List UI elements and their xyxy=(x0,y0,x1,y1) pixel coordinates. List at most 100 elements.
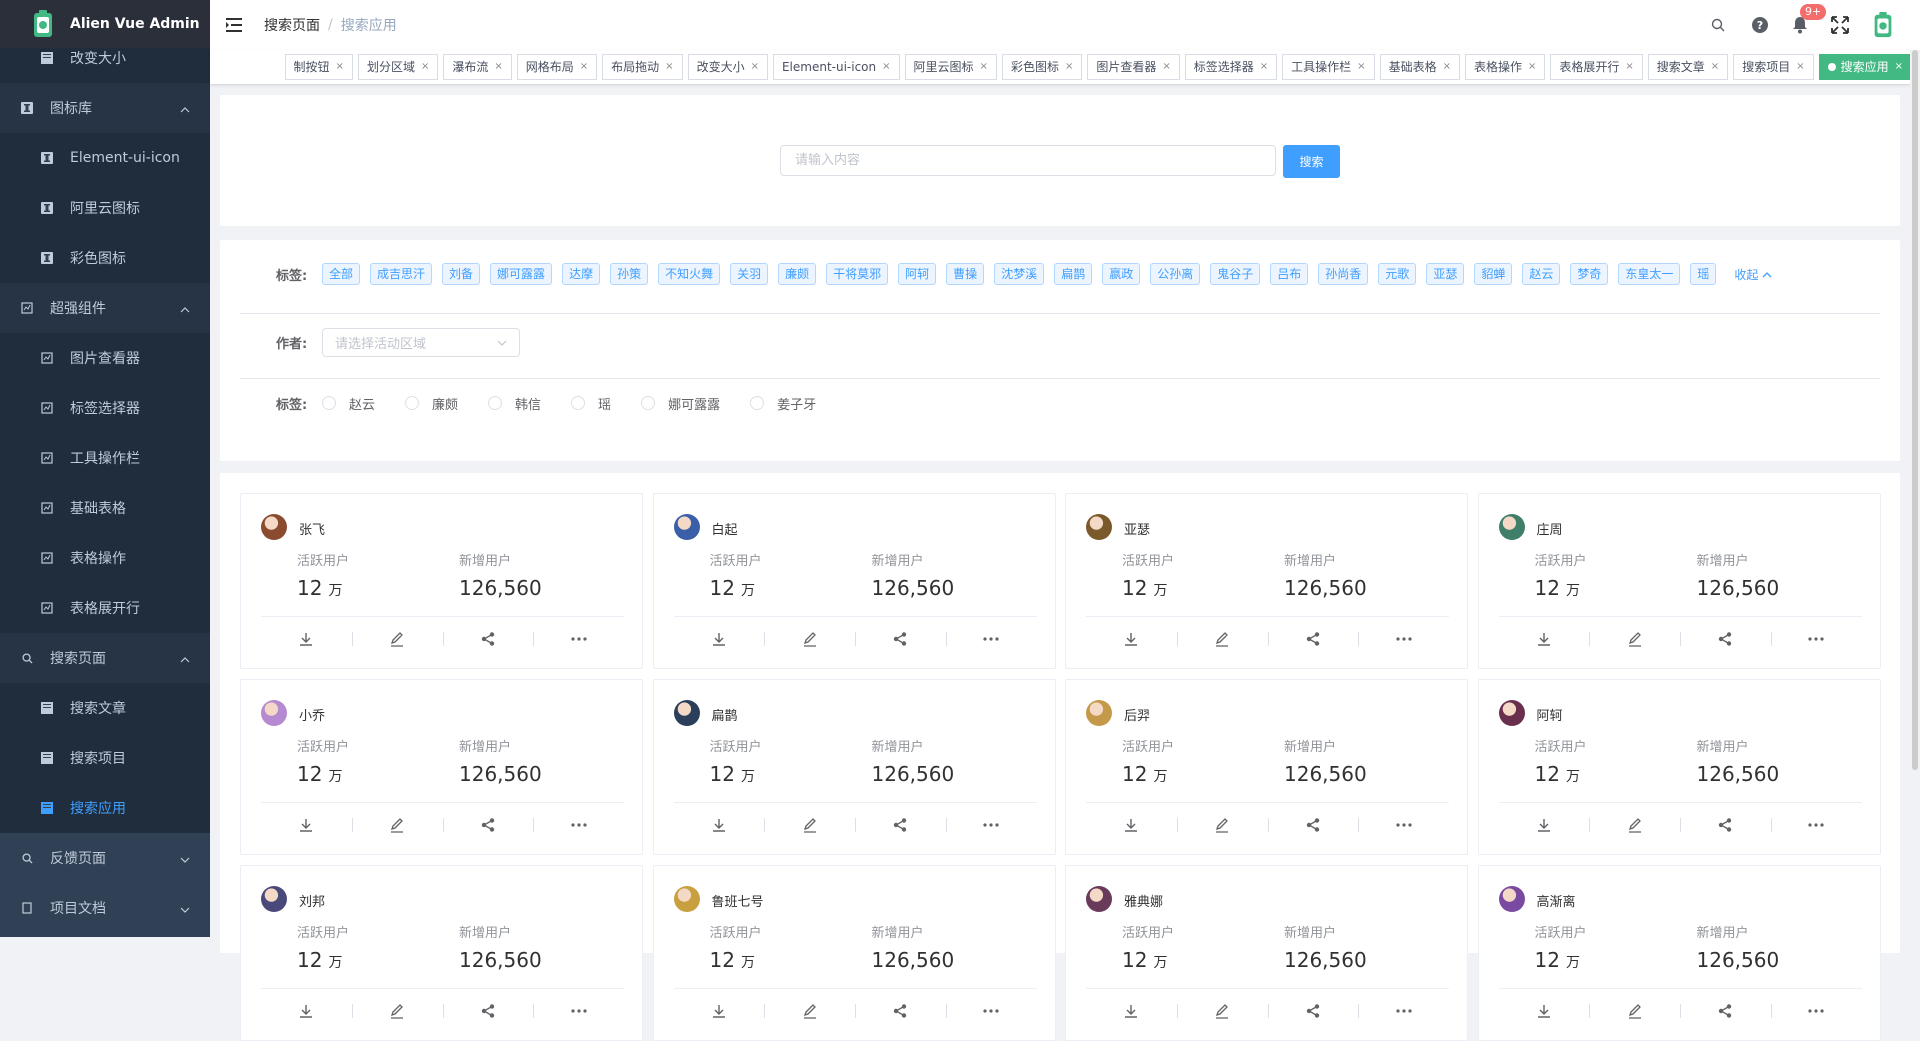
more-button[interactable] xyxy=(533,628,624,650)
more-button[interactable] xyxy=(1770,814,1862,836)
sidebar-item-3[interactable]: 阿里云图标 xyxy=(0,183,210,233)
share-button[interactable] xyxy=(1267,628,1359,650)
close-icon[interactable]: × xyxy=(1625,55,1633,79)
edit-button[interactable] xyxy=(1176,814,1268,836)
share-button[interactable] xyxy=(442,814,534,836)
tag-chip[interactable]: 扁鹊 xyxy=(1054,263,1093,285)
tag-view-item[interactable]: 工具操作栏 × xyxy=(1282,54,1375,80)
share-button[interactable] xyxy=(855,628,946,650)
tag-chip[interactable]: 亚瑟 xyxy=(1426,263,1465,285)
edit-button[interactable] xyxy=(351,814,443,836)
tag-view-item[interactable]: 制按钮 × xyxy=(284,54,353,80)
download-button[interactable] xyxy=(674,628,765,650)
tag-view-item[interactable]: 布局拖动 × xyxy=(602,54,683,80)
tag-chip[interactable]: 娜可露露 xyxy=(490,263,553,285)
tag-chip[interactable]: 赵云 xyxy=(1522,263,1561,285)
app-card[interactable]: 鲁班七号 活跃用户 新增用户 12 万 126,560 xyxy=(652,865,1056,1041)
more-button[interactable] xyxy=(945,814,1037,836)
close-icon[interactable]: × xyxy=(1357,55,1365,79)
notification-button[interactable]: 9+ xyxy=(1790,4,1827,35)
tag-view-item[interactable]: 基础表格 × xyxy=(1379,54,1460,80)
tag-chip[interactable]: 关羽 xyxy=(730,263,769,285)
radio-option[interactable]: 韩信 xyxy=(488,394,541,413)
share-button[interactable] xyxy=(855,814,946,836)
edit-button[interactable] xyxy=(351,1000,443,1022)
radio-circle[interactable] xyxy=(322,396,336,410)
tag-view-item[interactable]: 阿里云图标 × xyxy=(904,54,997,80)
edit-button[interactable] xyxy=(1589,1000,1680,1022)
sidebar-item-12[interactable]: 搜索页面 xyxy=(0,633,210,683)
tag-view-item[interactable]: 网格布局 × xyxy=(516,54,598,80)
sidebar-item-6[interactable]: 图片查看器 xyxy=(0,333,210,383)
more-button[interactable] xyxy=(945,628,1037,650)
app-card[interactable]: 小乔 活跃用户 新增用户 12 万 126,560 xyxy=(240,679,643,855)
sidebar-item-14[interactable]: 搜索项目 xyxy=(0,733,210,783)
header-search-button[interactable] xyxy=(1708,15,1728,35)
app-card[interactable]: 高渐离 活跃用户 新增用户 12 万 126,560 xyxy=(1477,865,1881,1041)
edit-button[interactable] xyxy=(764,1000,855,1022)
help-button[interactable]: ? xyxy=(1750,15,1770,35)
tag-chip[interactable]: 孙策 xyxy=(610,263,649,285)
tag-view-item[interactable]: 图片查看器 × xyxy=(1087,54,1180,80)
more-button[interactable] xyxy=(1770,1000,1862,1022)
close-icon[interactable]: × xyxy=(1443,55,1451,79)
app-card[interactable]: 亚瑟 活跃用户 新增用户 12 万 126,560 xyxy=(1065,493,1468,669)
more-button[interactable] xyxy=(945,1000,1037,1022)
tag-view-item[interactable]: 瀑布流 × xyxy=(443,54,512,80)
edit-button[interactable] xyxy=(1176,628,1268,650)
share-button[interactable] xyxy=(1680,628,1771,650)
more-button[interactable] xyxy=(1358,628,1449,650)
tag-chip[interactable]: 元歌 xyxy=(1378,263,1417,285)
author-select[interactable]: 请选择活动区域 xyxy=(322,328,520,357)
app-card[interactable]: 刘邦 活跃用户 新增用户 12 万 126,560 xyxy=(240,865,643,1041)
share-button[interactable] xyxy=(1680,814,1771,836)
page-scrollbar[interactable] xyxy=(1910,50,1920,770)
edit-button[interactable] xyxy=(1176,1000,1268,1022)
radio-option[interactable]: 赵云 xyxy=(322,394,375,413)
radio-option[interactable]: 姜子牙 xyxy=(750,394,816,413)
download-button[interactable] xyxy=(261,628,352,650)
tag-chip[interactable]: 曹操 xyxy=(946,263,985,285)
close-icon[interactable]: × xyxy=(1260,55,1268,79)
sidebar-item-9[interactable]: 基础表格 xyxy=(0,483,210,533)
close-icon[interactable]: × xyxy=(1528,55,1536,79)
sidebar-item-1[interactable]: 图标库 xyxy=(0,83,210,133)
sidebar-item-11[interactable]: 表格展开行 xyxy=(0,583,210,633)
close-icon[interactable]: × xyxy=(1796,55,1804,79)
edit-button[interactable] xyxy=(351,628,443,650)
fullscreen-button[interactable] xyxy=(1830,15,1850,35)
tag-view-item[interactable]: 改变大小 × xyxy=(687,54,768,80)
app-card[interactable]: 白起 活跃用户 新增用户 12 万 126,560 xyxy=(652,493,1056,669)
sidebar-item-8[interactable]: 工具操作栏 xyxy=(0,433,210,483)
radio-option[interactable]: 瑶 xyxy=(571,394,611,413)
download-button[interactable] xyxy=(674,814,765,836)
close-icon[interactable]: × xyxy=(1162,55,1170,79)
tag-view-item[interactable]: Element-ui-icon × xyxy=(772,54,900,80)
close-icon[interactable]: × xyxy=(1895,55,1903,79)
download-button[interactable] xyxy=(674,1000,765,1022)
more-button[interactable] xyxy=(1770,628,1862,650)
hamburger-icon[interactable] xyxy=(226,16,244,34)
tag-chip[interactable]: 嬴政 xyxy=(1102,263,1141,285)
download-button[interactable] xyxy=(261,1000,352,1022)
tag-chip[interactable]: 梦奇 xyxy=(1570,263,1609,285)
edit-button[interactable] xyxy=(1589,628,1680,650)
tag-chip[interactable]: 孙尚香 xyxy=(1318,263,1369,285)
radio-circle[interactable] xyxy=(405,396,420,410)
sidebar-item-13[interactable]: 搜索文章 xyxy=(0,683,210,733)
tag-chip[interactable]: 貂蝉 xyxy=(1474,263,1513,285)
close-icon[interactable]: × xyxy=(980,55,988,79)
close-icon[interactable]: × xyxy=(336,55,344,79)
sidebar-item-2[interactable]: Element-ui-icon xyxy=(0,133,210,183)
close-icon[interactable]: × xyxy=(665,55,673,79)
more-button[interactable] xyxy=(533,1000,624,1022)
edit-button[interactable] xyxy=(1589,814,1680,836)
share-button[interactable] xyxy=(442,628,534,650)
tag-chip[interactable]: 廉颇 xyxy=(778,263,817,285)
tag-view-item[interactable]: 标签选择器 × xyxy=(1184,54,1278,80)
share-button[interactable] xyxy=(855,1000,946,1022)
sidebar-item-17[interactable]: 项目文档 xyxy=(0,883,210,933)
app-card[interactable]: 后羿 活跃用户 新增用户 12 万 126,560 xyxy=(1065,679,1468,855)
tag-view-item[interactable]: 彩色图标 × xyxy=(1001,54,1083,80)
app-card[interactable]: 张飞 活跃用户 新增用户 12 万 126,560 xyxy=(240,493,643,669)
